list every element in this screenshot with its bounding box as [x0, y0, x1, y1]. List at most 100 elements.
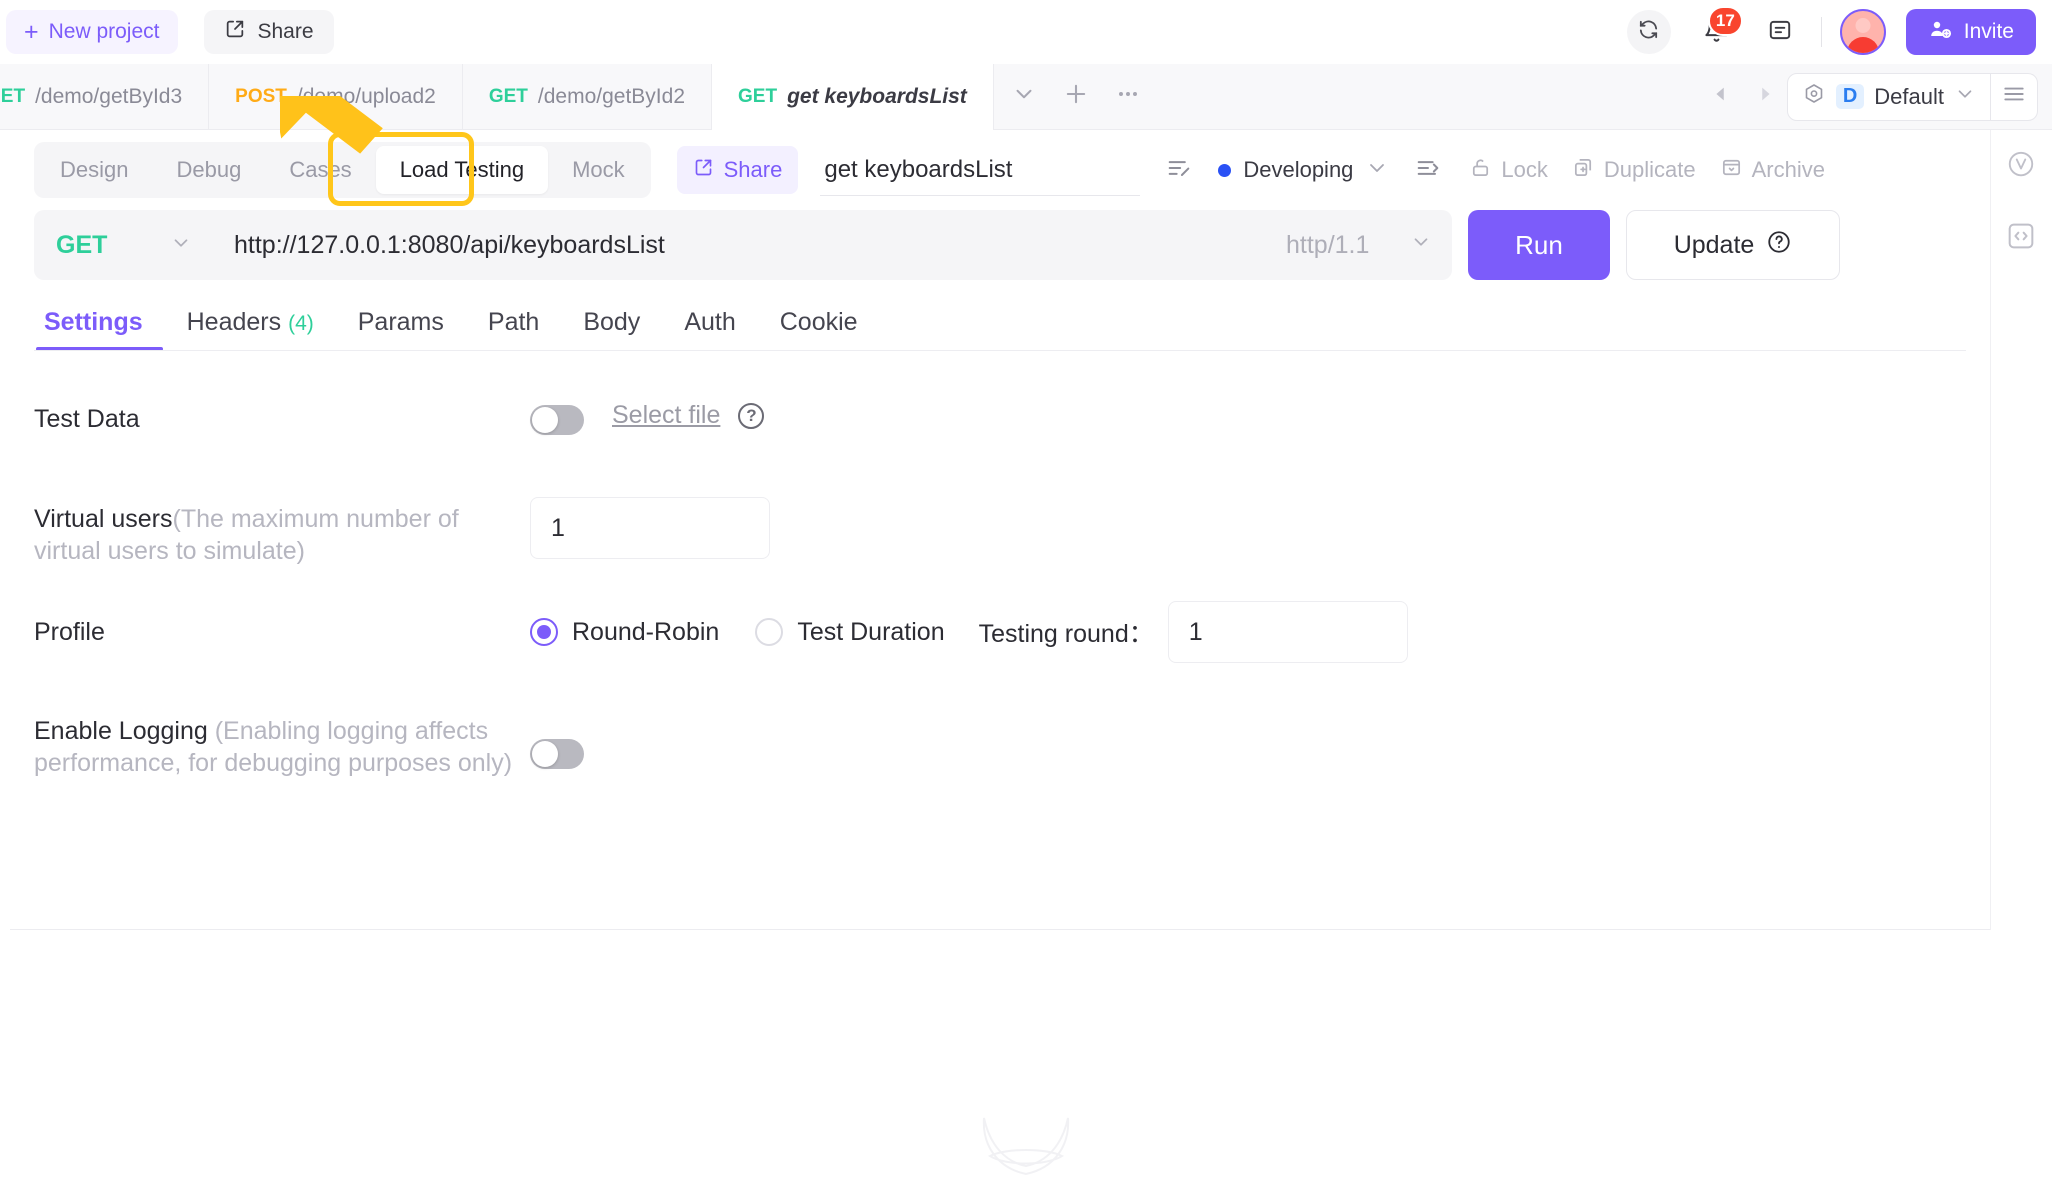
virtual-users-input[interactable]	[530, 497, 770, 559]
api-tab-label: /demo/getById3	[35, 85, 182, 109]
request-tab-cookie[interactable]: Cookie	[758, 308, 880, 351]
description-edit-button[interactable]	[1162, 153, 1196, 187]
test-data-controls: Select file ?	[530, 397, 764, 435]
method-label: GET	[56, 231, 107, 260]
invite-button[interactable]: Invite	[1906, 9, 2036, 55]
url-input[interactable]: http://127.0.0.1:8080/api/keyboardsList	[214, 210, 1266, 280]
request-toolbar: Design Debug Cases Load Testing Mock Sha…	[10, 130, 1990, 210]
hamburger-icon	[2001, 81, 2027, 112]
caret-right-icon	[1754, 83, 1776, 110]
virtual-users-title: Virtual users	[34, 505, 173, 533]
request-tab-label: Params	[358, 308, 444, 336]
test-data-toggle[interactable]	[530, 405, 584, 435]
refresh-button[interactable]	[1627, 10, 1671, 54]
mode-tab-cases[interactable]: Cases	[265, 142, 375, 198]
toolbar-divider	[1821, 17, 1822, 47]
api-tab-get-keyboardslist[interactable]: GET get keyboardsList	[712, 64, 994, 130]
question-circle-icon[interactable]: ?	[738, 403, 764, 429]
url-text: http://127.0.0.1:8080/api/keyboardsList	[234, 231, 665, 260]
mode-tab-design[interactable]: Design	[36, 142, 152, 198]
testing-round-label: Testing round：	[979, 614, 1154, 650]
plus-icon	[1062, 80, 1090, 113]
request-tab-label: Cookie	[780, 308, 858, 336]
profile-option-test-duration[interactable]: Test Duration	[755, 618, 944, 647]
toggle-knob	[532, 407, 558, 433]
share-label: Share	[258, 20, 314, 44]
testing-round-input[interactable]	[1168, 601, 1408, 663]
duplicate-icon	[1572, 156, 1595, 185]
mode-tab-label: Debug	[176, 157, 241, 183]
visual-mode-button[interactable]	[1990, 130, 2052, 202]
environment-main-button[interactable]: D Default	[1788, 74, 1990, 120]
request-share-button[interactable]: Share	[677, 146, 799, 194]
plus-icon: +	[24, 20, 39, 45]
api-tab-method: GET	[738, 86, 777, 108]
notifications-button[interactable]: 17	[1689, 10, 1745, 54]
request-tab-label: Headers	[187, 308, 282, 336]
api-tab-demo-getbyid2[interactable]: GET /demo/getById2	[463, 64, 712, 130]
enable-logging-title: Enable Logging	[34, 717, 208, 745]
code-view-button[interactable]	[1990, 202, 2052, 274]
invite-label: Invite	[1964, 20, 2014, 44]
request-tab-body[interactable]: Body	[561, 308, 662, 351]
api-tab-demo-getbyid3[interactable]: GET /demo/getById3	[0, 64, 209, 130]
status-selector[interactable]: Developing	[1218, 156, 1389, 185]
request-share-label: Share	[724, 157, 783, 183]
history-forward-button[interactable]	[1743, 64, 1787, 130]
request-tab-auth[interactable]: Auth	[662, 308, 757, 351]
new-project-label: New project	[49, 20, 160, 44]
profile-label: Profile	[34, 616, 530, 648]
share-box-icon	[693, 157, 714, 184]
request-tab-params[interactable]: Params	[336, 308, 466, 351]
enable-logging-controls	[530, 709, 584, 769]
new-tab-button[interactable]	[1050, 64, 1102, 130]
request-tabs-divider	[34, 350, 1966, 351]
virtual-users-controls	[530, 497, 770, 559]
lock-action[interactable]: Lock	[1469, 156, 1547, 185]
share-button[interactable]: Share	[204, 10, 334, 54]
mode-tab-label: Design	[60, 157, 128, 183]
profile-option-label: Test Duration	[797, 618, 944, 647]
request-tab-path[interactable]: Path	[466, 308, 561, 351]
new-project-button[interactable]: + New project	[6, 10, 178, 54]
method-selector[interactable]: GET	[34, 210, 214, 280]
enable-logging-toggle[interactable]	[530, 739, 584, 769]
environment-badge: D	[1836, 84, 1864, 109]
tab-more-button[interactable]	[1102, 64, 1154, 130]
archive-icon	[1720, 156, 1743, 185]
mode-tab-debug[interactable]: Debug	[152, 142, 265, 198]
refresh-icon	[1637, 18, 1660, 46]
history-back-button[interactable]	[1699, 64, 1743, 130]
avatar[interactable]	[1840, 9, 1886, 55]
chevron-down-icon	[1011, 81, 1037, 112]
environment-menu-button[interactable]	[1991, 74, 2037, 120]
hexagon-gear-icon	[1802, 82, 1826, 111]
request-panel: Design Debug Cases Load Testing Mock Sha…	[10, 130, 1990, 930]
duplicate-action[interactable]: Duplicate	[1572, 156, 1696, 185]
indent-button[interactable]	[1411, 153, 1445, 187]
run-button[interactable]: Run	[1468, 210, 1610, 280]
mode-tab-load-testing[interactable]: Load Testing	[376, 146, 548, 194]
form-row-enable-logging: Enable Logging (Enabling logging affects…	[34, 709, 1966, 779]
form-row-test-data: Test Data Select file ?	[34, 397, 1966, 459]
lock-icon	[1469, 156, 1492, 185]
archive-action[interactable]: Archive	[1720, 156, 1825, 185]
environment-selector: D Default	[1787, 73, 2038, 121]
question-circle-icon	[1766, 229, 1792, 262]
request-tab-headers[interactable]: Headers (4)	[165, 308, 336, 351]
tab-controls	[994, 64, 1158, 129]
update-button[interactable]: Update	[1626, 210, 1840, 280]
select-file-link[interactable]: Select file	[612, 397, 720, 430]
tab-list-dropdown-button[interactable]	[998, 64, 1050, 130]
notes-button[interactable]	[1757, 10, 1803, 54]
request-tab-settings[interactable]: Settings	[34, 308, 165, 351]
profile-option-round-robin[interactable]: Round-Robin	[530, 618, 719, 647]
api-tab-demo-upload2[interactable]: POST /demo/upload2	[209, 64, 463, 130]
mode-tab-label: Load Testing	[400, 157, 524, 183]
mode-tabs: Design Debug Cases Load Testing Mock	[34, 142, 651, 198]
mode-tab-mock[interactable]: Mock	[548, 142, 649, 198]
note-icon	[1767, 17, 1793, 48]
profile-controls: Round-Robin Test Duration Testing round：	[530, 601, 1408, 663]
protocol-selector[interactable]: http/1.1	[1266, 210, 1452, 280]
api-name-input[interactable]	[820, 144, 1140, 196]
